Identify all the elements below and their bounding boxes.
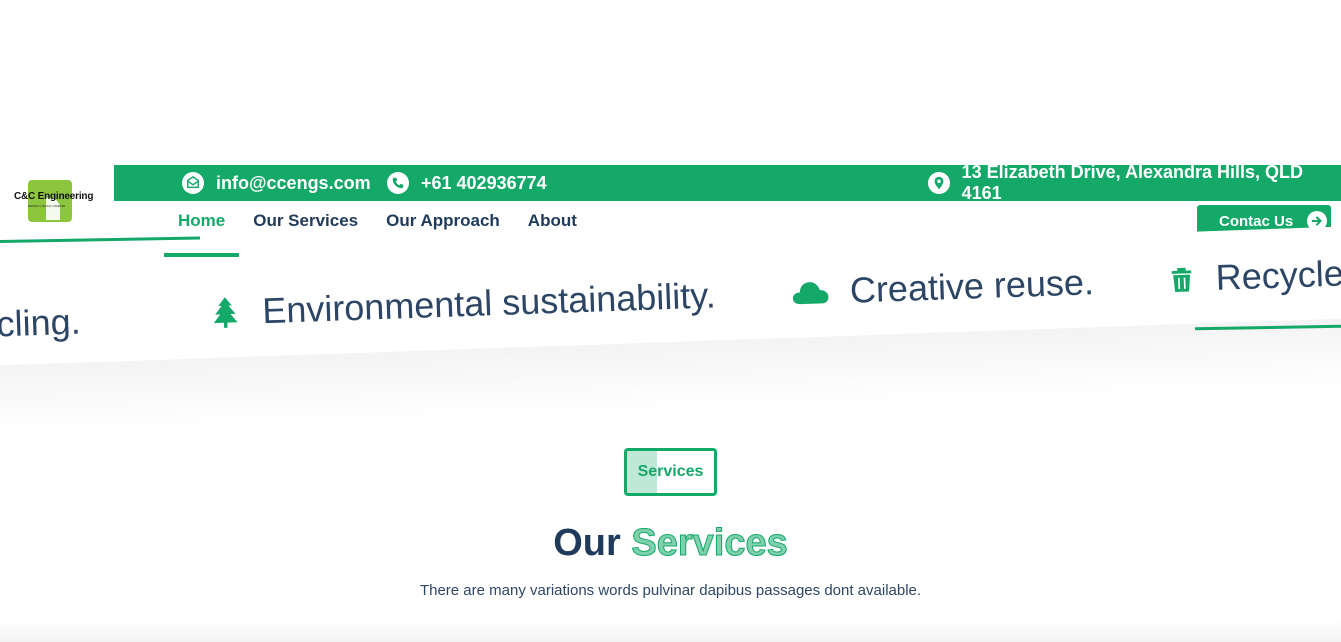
marquee-text: Environmental sustainability. <box>261 274 717 332</box>
map-pin-icon <box>928 172 950 194</box>
marquee-text: cycling. <box>0 300 82 346</box>
contact-us-label: Contac Us <box>1219 212 1294 230</box>
section-heading: Our Services <box>0 522 1341 565</box>
email-text[interactable]: info@ccengs.com <box>216 173 371 194</box>
envelope-icon <box>182 172 204 194</box>
nav-item-our-approach[interactable]: Our Approach <box>372 201 514 241</box>
section-bottom-fade <box>0 620 1341 642</box>
address-text: 13 Elizabeth Drive, Alexandra Hills, QLD… <box>961 162 1304 203</box>
address-contact: 13 Elizabeth Drive, Alexandra Hills, QLD… <box>928 162 1341 203</box>
services-tag: Services <box>624 448 717 496</box>
marquee-item: Creative reuse. <box>789 261 1095 314</box>
marquee-item: Recycled <box>1167 252 1341 301</box>
contact-bar: info@ccengs.com +61 402936774 13 Elizabe… <box>114 162 1341 203</box>
email-contact[interactable]: info@ccengs.com <box>182 165 371 201</box>
trash-icon <box>1171 267 1192 292</box>
logo-tagline: DESIGN | BUILD | CREATE <box>28 204 66 208</box>
section-subtitle: There are many variations words pulvinar… <box>419 582 922 599</box>
main-nav: Home Our Services Our Approach About <box>164 201 591 257</box>
phone-contact[interactable]: +61 402936774 <box>387 165 547 201</box>
marquee-text: Recycled <box>1214 251 1341 298</box>
nav-item-about[interactable]: About <box>514 201 591 241</box>
nav-item-our-services[interactable]: Our Services <box>239 201 372 241</box>
nav-item-home[interactable]: Home <box>164 201 240 257</box>
tree-icon <box>213 297 238 328</box>
marquee-text: Creative reuse. <box>849 261 1095 311</box>
marquee-item: cycling. <box>0 301 81 347</box>
phone-text[interactable]: +61 402936774 <box>421 173 547 194</box>
phone-icon <box>387 172 409 194</box>
site-logo[interactable]: C&C Engineering DESIGN | BUILD | CREATE <box>14 178 93 224</box>
logo-name: C&C Engineering <box>14 191 94 202</box>
cloud-icon <box>792 282 829 305</box>
heading-prefix: Our <box>553 522 621 564</box>
services-tag-label: Services <box>637 463 704 480</box>
header-divider <box>0 236 200 243</box>
heading-accent: Services <box>631 522 788 565</box>
marquee-item: Environmental sustainability. <box>208 274 717 334</box>
